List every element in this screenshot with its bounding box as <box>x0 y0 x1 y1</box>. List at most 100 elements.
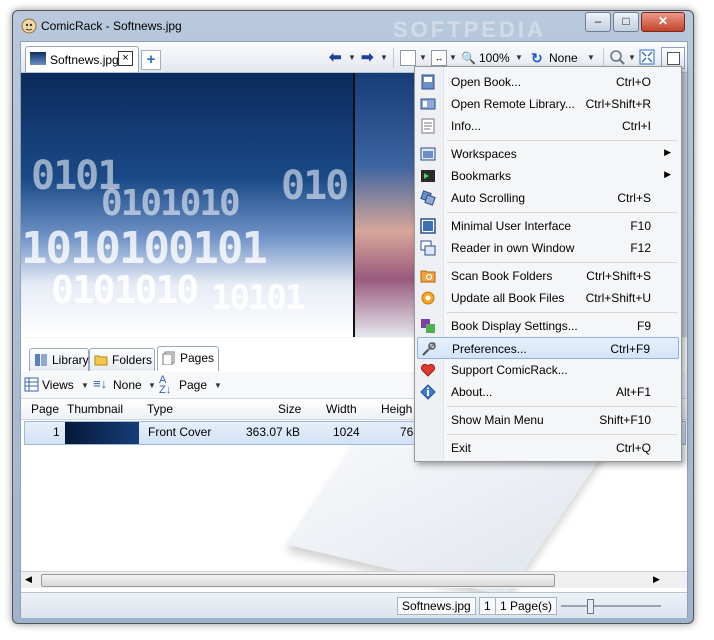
rotate-icon[interactable]: ↻ <box>531 50 543 66</box>
status-index: 1 <box>479 597 496 615</box>
cell-page: 1 <box>53 425 60 439</box>
back-arrow-icon[interactable]: ⬅ <box>329 50 342 66</box>
update-files-icon <box>421 291 435 305</box>
menu-item-shortcut: Ctrl+S <box>617 191 651 205</box>
group-icon[interactable]: ≡↓ <box>93 376 107 391</box>
group-button[interactable]: None <box>113 378 142 392</box>
tab-library-label: Library <box>52 353 89 367</box>
scan-folders-icon <box>420 270 436 283</box>
workspaces-icon <box>420 147 436 161</box>
menu-item-minimal-user-interface[interactable]: Minimal User Interface F10 <box>417 215 679 237</box>
menu-separator <box>447 212 677 213</box>
submenu-arrow-icon: ▶ <box>664 169 671 179</box>
menu-item-label: Info... <box>451 119 482 133</box>
menu-item-label: Book Display Settings... <box>451 319 578 333</box>
document-tab[interactable]: Softnews.jpg × <box>25 46 139 72</box>
group-dropdown-icon[interactable]: ▼ <box>148 381 156 390</box>
close-button[interactable]: ✕ <box>641 12 685 32</box>
remote-library-icon <box>420 98 436 110</box>
fullscreen-icon[interactable] <box>639 49 655 65</box>
sort-dropdown-icon[interactable]: ▼ <box>214 381 222 390</box>
menu-item-book-display-settings[interactable]: Book Display Settings... F9 <box>417 315 679 337</box>
menu-item-bookmarks[interactable]: Bookmarks ▶ <box>417 165 679 187</box>
menu-item-open-book[interactable]: Open Book... Ctrl+O <box>417 71 679 93</box>
sort-icon[interactable]: A Z↓ <box>159 375 171 396</box>
menu-item-scan-book-folders[interactable]: Scan Book Folders Ctrl+Shift+S <box>417 265 679 287</box>
add-tab-button[interactable]: + <box>141 50 161 70</box>
rotation-dropdown-icon[interactable]: ▼ <box>587 50 595 66</box>
menu-item-auto-scrolling[interactable]: Auto Scrolling Ctrl+S <box>417 187 679 209</box>
main-context-menu: Open Book... Ctrl+O Open Remote Library.… <box>414 66 682 462</box>
menu-item-shortcut: Ctrl+Shift+S <box>586 269 651 283</box>
maximize-button[interactable]: □ <box>613 12 639 32</box>
menu-separator <box>447 406 677 407</box>
pages-icon <box>162 351 175 365</box>
menu-item-show-main-menu[interactable]: Show Main Menu Shift+F10 <box>417 409 679 431</box>
menu-item-shortcut: F9 <box>636 319 651 333</box>
forward-dropdown-icon[interactable]: ▼ <box>380 50 388 66</box>
menu-item-label: Preferences... <box>452 342 527 356</box>
window-title: ComicRack - Softnews.jpg <box>41 19 182 33</box>
column-size[interactable]: Size <box>278 402 301 416</box>
menu-item-label: Auto Scrolling <box>451 191 526 205</box>
magnifier-dropdown-icon[interactable]: ▼ <box>628 50 636 66</box>
rotation-value[interactable]: None <box>549 50 578 66</box>
menu-item-update-all-book-files[interactable]: Update all Book Files Ctrl+Shift+U <box>417 287 679 309</box>
zoom-slider-thumb[interactable] <box>587 599 594 614</box>
column-type[interactable]: Type <box>147 402 173 416</box>
fit-width-icon[interactable]: ↔ <box>431 50 447 66</box>
menu-item-about[interactable]: About... Alt+F1 <box>417 381 679 403</box>
title-bar[interactable]: ComicRack - Softnews.jpg SOFTPEDIA – □ ✕ <box>13 11 693 42</box>
zoom-slider-track[interactable] <box>561 605 661 607</box>
cell-width: 1024 <box>333 425 360 439</box>
horizontal-scrollbar[interactable]: ◀ ▶ <box>21 571 687 588</box>
menu-separator <box>447 312 677 313</box>
tab-library[interactable]: Library <box>29 348 89 371</box>
reader-window-icon <box>420 240 436 256</box>
tab-folders[interactable]: Folders <box>89 348 155 371</box>
menu-item-shortcut: Ctrl+I <box>621 119 651 133</box>
layout-dropdown-icon[interactable]: ▼ <box>419 50 427 66</box>
menu-item-info[interactable]: Info... Ctrl+I <box>417 115 679 137</box>
menu-item-exit[interactable]: Exit Ctrl+Q <box>417 437 679 459</box>
menu-item-reader-own-window[interactable]: Reader in own Window F12 <box>417 237 679 259</box>
tab-folders-label: Folders <box>112 353 153 367</box>
page-layout-icon[interactable] <box>400 50 416 66</box>
minimize-button[interactable]: – <box>585 12 611 32</box>
heart-icon <box>420 363 436 377</box>
zoom-dropdown-icon[interactable]: ▼ <box>515 50 523 66</box>
back-dropdown-icon[interactable]: ▼ <box>348 50 356 66</box>
scroll-right-icon[interactable]: ▶ <box>653 574 660 585</box>
preferences-tools-icon <box>422 342 436 356</box>
views-dropdown-icon[interactable]: ▼ <box>81 381 89 390</box>
magnifier-icon[interactable] <box>609 49 625 65</box>
comicrack-app-icon <box>21 18 37 34</box>
zoom-level[interactable]: 100% <box>479 50 510 66</box>
menu-item-label: Scan Book Folders <box>451 269 553 283</box>
minimal-ui-icon <box>420 218 436 234</box>
column-height[interactable]: Heigh <box>381 402 412 416</box>
menu-separator <box>447 434 677 435</box>
menu-item-open-remote-library[interactable]: Open Remote Library... Ctrl+Shift+R <box>417 93 679 115</box>
close-tab-icon[interactable]: × <box>118 51 133 66</box>
views-button[interactable]: Views <box>42 378 74 392</box>
menu-item-preferences[interactable]: Preferences... Ctrl+F9 <box>417 337 679 359</box>
auto-scrolling-icon <box>420 190 436 206</box>
scroll-left-icon[interactable]: ◀ <box>25 574 32 585</box>
scroll-thumb[interactable] <box>41 574 555 587</box>
tab-pages[interactable]: Pages <box>157 346 219 371</box>
column-thumbnail[interactable]: Thumbnail <box>67 402 123 416</box>
column-page[interactable]: Page <box>31 402 59 416</box>
views-icon[interactable] <box>24 377 39 392</box>
watermark-text: SOFTPEDIA <box>393 17 546 42</box>
menu-item-support-comicrack[interactable]: Support ComicRack... <box>417 359 679 381</box>
forward-arrow-icon[interactable]: ➡ <box>361 50 374 66</box>
column-width[interactable]: Width <box>326 402 357 416</box>
menu-item-shortcut: F10 <box>630 219 651 233</box>
zoom-icon[interactable]: 🔍 <box>461 50 476 66</box>
menu-item-workspaces[interactable]: Workspaces ▶ <box>417 143 679 165</box>
fit-dropdown-icon[interactable]: ▼ <box>449 50 457 66</box>
sort-button[interactable]: Page <box>179 378 207 392</box>
binary-text: 0101010 <box>51 268 199 312</box>
menu-separator <box>447 262 677 263</box>
